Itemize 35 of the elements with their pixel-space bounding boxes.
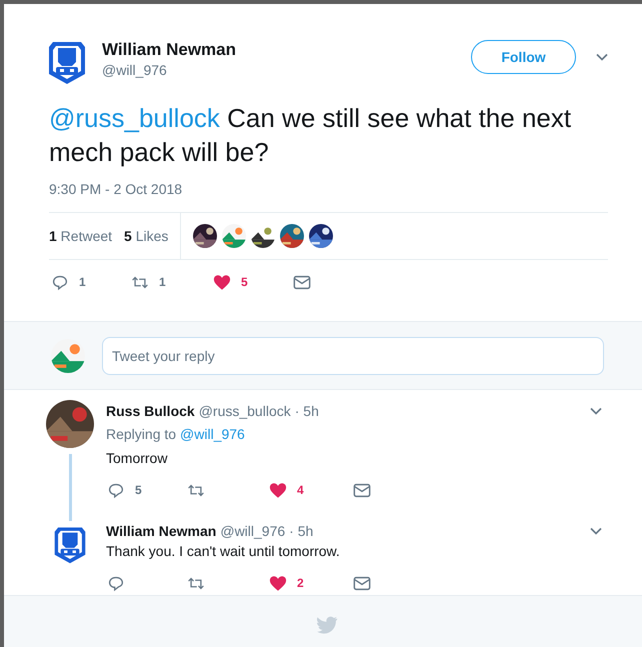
reply-input-field[interactable]: Tweet your reply: [102, 336, 604, 374]
action-count: 5: [241, 274, 248, 291]
action-count: 2: [297, 575, 304, 592]
reply-author-name[interactable]: William Newman: [106, 521, 216, 541]
mention-link[interactable]: @will_976: [180, 424, 245, 444]
reply-author-handle[interactable]: @will_976: [220, 521, 286, 541]
reply-author-handle[interactable]: @russ_bullock: [198, 401, 291, 421]
reply-icon[interactable]: [51, 274, 69, 290]
author-name[interactable]: William Newman: [102, 40, 236, 60]
follow-button[interactable]: Follow: [471, 40, 576, 74]
mention-link[interactable]: @russ_bullock: [49, 103, 220, 133]
action-count: 1: [159, 274, 166, 291]
heart-icon[interactable]: [213, 274, 231, 290]
replying-label: Replying to: [106, 425, 176, 444]
heart-icon[interactable]: [269, 482, 287, 498]
reply-time[interactable]: · 5h: [289, 521, 314, 541]
action-count: 1: [79, 274, 86, 291]
reply-icon[interactable]: [107, 482, 125, 498]
reply-text: Thank you. I can't wait until tomorrow.: [106, 542, 341, 561]
reply-time[interactable]: · 5h: [294, 401, 319, 421]
stat-text[interactable]: 5 Likes: [124, 226, 168, 246]
reply-text: Tomorrow: [106, 449, 168, 468]
mail-icon[interactable]: [353, 482, 371, 498]
reply-icon[interactable]: [107, 574, 125, 592]
stat-text[interactable]: 1 Retweet: [49, 226, 112, 246]
bird-logo-icon: [316, 616, 338, 634]
author-handle[interactable]: @will_976: [102, 60, 236, 80]
reply-author-name[interactable]: Russ Bullock: [106, 401, 195, 421]
action-count: 5: [135, 482, 142, 499]
heart-icon[interactable]: [269, 574, 287, 592]
timestamp: 9:30 PM - 2 Oct 2018: [49, 180, 184, 199]
mail-icon[interactable]: [353, 574, 371, 592]
tweet-text: @russ_bullock Can we still see what the next mech pack will be?: [49, 102, 572, 169]
action-count: 4: [297, 482, 304, 499]
mail-icon[interactable]: [293, 274, 311, 290]
